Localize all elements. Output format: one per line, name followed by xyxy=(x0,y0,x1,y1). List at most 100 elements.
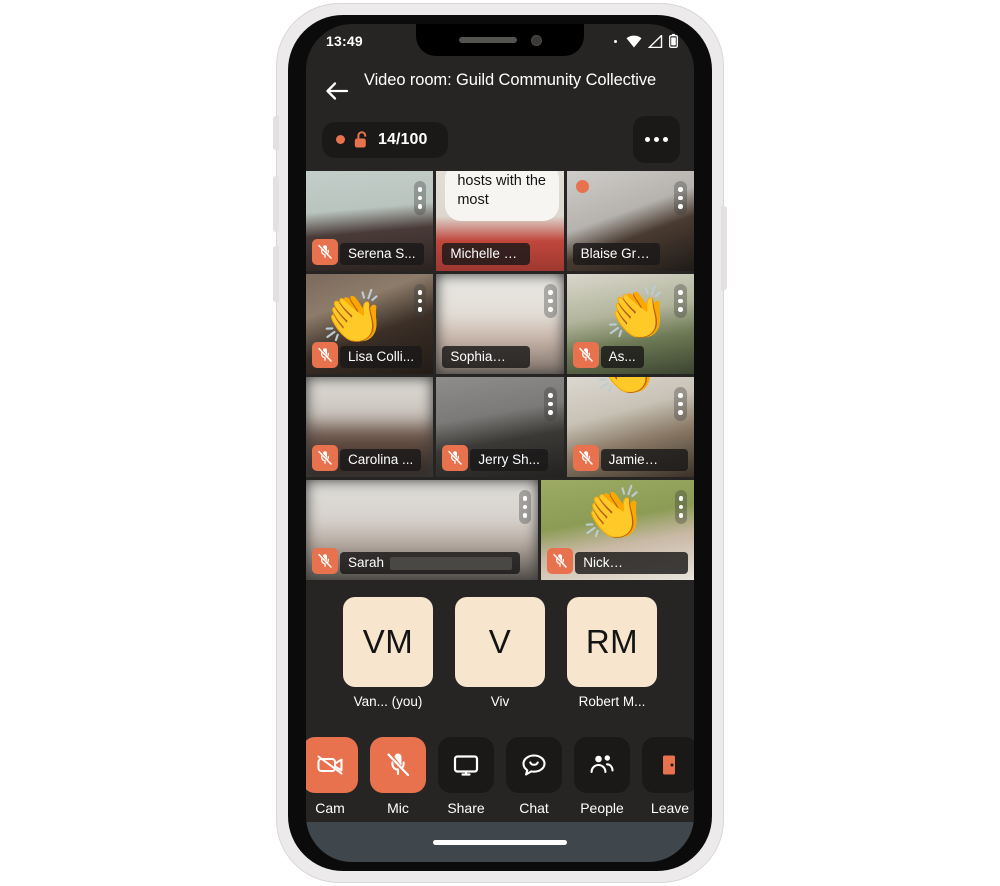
toolbar-item-leave[interactable]: Leave xyxy=(642,737,694,816)
mute-badge xyxy=(312,239,338,265)
toolbar-item-people[interactable]: People xyxy=(574,737,630,816)
more-options-button[interactable] xyxy=(633,116,680,163)
avatar-participants: VM Van... (you) V Viv RM Robert M... xyxy=(306,580,694,717)
speaking-indicator-icon xyxy=(575,180,589,193)
dot xyxy=(548,393,553,398)
dot xyxy=(663,137,668,142)
mic-off-icon[interactable] xyxy=(370,737,426,793)
status-icons xyxy=(614,34,678,48)
toolbar-item-cam[interactable]: Cam xyxy=(306,737,358,816)
signal-icon xyxy=(648,34,663,48)
toolbar-item-share[interactable]: Share xyxy=(438,737,494,816)
silent-switch[interactable] xyxy=(273,116,279,150)
participant-tile[interactable]: 👏 Jamie xyxy=(566,377,694,477)
volume-down-button[interactable] xyxy=(273,246,279,302)
earpiece-speaker xyxy=(458,37,517,43)
video-grid-row: Carolina ... Jerry Sh... 👏 Jamie xyxy=(306,377,694,477)
screen-share-icon[interactable] xyxy=(438,737,494,793)
video-grid-row: Sarah 👏 Nick xyxy=(306,480,694,580)
participant-tile[interactable]: Serena S... xyxy=(306,171,434,271)
avatar-participant[interactable]: RM Robert M... xyxy=(566,597,658,709)
info-bar: 14/100 xyxy=(306,112,694,171)
toolbar-label: Mic xyxy=(387,800,409,816)
participant-name-text: Sophia xyxy=(450,349,493,364)
tile-options-button[interactable] xyxy=(674,284,687,318)
mute-badge xyxy=(572,342,599,368)
participant-tile[interactable]: 👏 Lisa Colli... xyxy=(306,274,434,374)
mute-badge xyxy=(572,445,599,471)
tile-options-button[interactable] xyxy=(544,284,557,318)
participant-tile[interactable]: Blaise Grime... xyxy=(566,171,694,271)
dot xyxy=(548,298,553,303)
camera-off-icon[interactable] xyxy=(306,737,358,793)
mic-off-icon xyxy=(318,244,332,259)
toolbar-item-chat[interactable]: Chat xyxy=(506,737,562,816)
participant-name-text: Sarah xyxy=(348,555,385,570)
participant-name-text: Nick xyxy=(583,555,610,570)
tile-options-button[interactable] xyxy=(544,387,557,421)
wifi-icon xyxy=(626,35,642,47)
toolbar-item-mic[interactable]: Mic xyxy=(370,737,426,816)
people-icon[interactable] xyxy=(574,737,630,793)
participant-name: Lisa Colli... xyxy=(340,346,423,368)
unlock-icon xyxy=(354,131,367,148)
tile-options-button[interactable] xyxy=(413,284,427,318)
avatar-name: Van... (you) xyxy=(353,694,423,709)
home-indicator[interactable] xyxy=(433,839,567,845)
participant-tile[interactable]: Carolina ... xyxy=(306,377,434,477)
participant-name: Serena S... xyxy=(340,243,424,265)
participant-name: Blaise Grime... xyxy=(572,243,660,265)
dot xyxy=(678,187,683,192)
mute-badge xyxy=(312,342,338,368)
dot xyxy=(678,307,683,312)
volume-up-button[interactable] xyxy=(273,176,279,232)
mic-off-icon xyxy=(578,450,593,465)
back-arrow-icon[interactable] xyxy=(324,78,350,104)
dot xyxy=(678,290,683,295)
participant-tile[interactable]: Sarah xyxy=(306,480,539,580)
participant-tile[interactable]: Michelle Goo... hosts with the most xyxy=(436,171,564,271)
mute-badge xyxy=(442,445,469,471)
dot xyxy=(678,204,683,209)
front-camera xyxy=(530,34,542,46)
avatar-participant[interactable]: VM Van... (you) xyxy=(342,597,434,709)
toolbar-label: Chat xyxy=(519,800,549,816)
clap-reaction-icon: 👏 xyxy=(321,289,387,347)
reaction-speech-bubble: hosts with the most xyxy=(445,171,560,221)
dot xyxy=(417,187,423,192)
home-indicator-area xyxy=(306,822,694,862)
dot xyxy=(678,298,683,303)
participant-tile[interactable]: 👏 Nick xyxy=(541,480,694,580)
mic-off-icon xyxy=(318,450,332,465)
participant-tile[interactable]: 👏 As... xyxy=(566,274,694,374)
dot xyxy=(678,401,683,406)
exit-door-icon[interactable] xyxy=(642,737,694,793)
participant-tile[interactable]: Jerry Sh... xyxy=(436,377,564,477)
tile-options-button[interactable] xyxy=(413,181,427,215)
chat-bubble-icon[interactable] xyxy=(506,737,562,793)
avatar-name: Robert M... xyxy=(578,694,646,709)
mute-badge xyxy=(547,548,574,574)
mute-badge xyxy=(312,548,338,574)
tile-options-button[interactable] xyxy=(674,387,687,421)
dot xyxy=(678,195,683,200)
tile-options-button[interactable] xyxy=(674,490,687,524)
power-button[interactable] xyxy=(721,206,727,290)
video-grid-row: 👏 Lisa Colli... Sophia 👏 As... xyxy=(306,274,694,374)
dot xyxy=(678,513,683,518)
mic-off-icon xyxy=(578,347,593,362)
capacity-pill[interactable]: 14/100 xyxy=(322,121,448,158)
avatar-participant[interactable]: V Viv xyxy=(454,597,546,709)
mic-off-icon xyxy=(318,553,332,568)
call-toolbar: Cam Mic Share Chat People Leave xyxy=(306,729,694,816)
dot xyxy=(522,496,528,501)
participant-name: Sarah xyxy=(340,552,521,574)
dot xyxy=(548,290,553,295)
tile-options-button[interactable] xyxy=(518,490,532,524)
capacity-count: 14/100 xyxy=(378,130,428,148)
clap-reaction-icon: 👏 xyxy=(580,485,646,543)
dot xyxy=(548,401,553,406)
participant-name: As... xyxy=(600,346,644,368)
tile-options-button[interactable] xyxy=(674,181,687,215)
participant-tile[interactable]: Sophia xyxy=(436,274,564,374)
